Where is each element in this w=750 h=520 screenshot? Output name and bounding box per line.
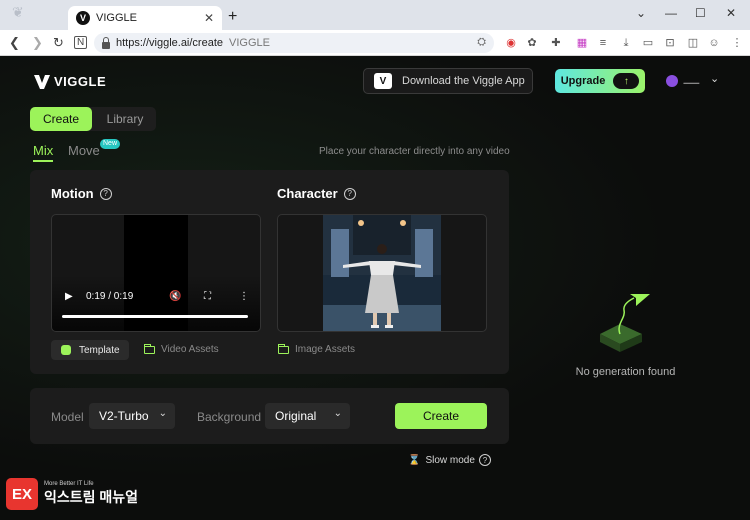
cast-icon[interactable]: ▭ — [642, 37, 654, 49]
reading-list-icon[interactable]: ≡ — [597, 37, 609, 49]
subtab-move[interactable]: Move — [68, 143, 100, 158]
watermark: EX More Better IT Life 익스트림 매뉴얼 — [6, 478, 138, 510]
input-panel: Motion ? ▶ 0:19 / 0:19 🔇 ⛶ ⋮ Character ? — [30, 170, 509, 374]
more-options-icon[interactable]: ⋮ — [239, 291, 249, 302]
background-select[interactable]: Original ⌄ — [265, 403, 350, 429]
viggle-logo-icon — [34, 74, 50, 89]
upgrade-label: Upgrade — [560, 75, 606, 87]
viggle-favicon-icon: V — [76, 11, 90, 25]
tab-title: VIGGLE — [96, 12, 137, 24]
viggle-app-icon: V — [374, 73, 392, 89]
motion-title-text: Motion — [51, 186, 94, 201]
hourglass-icon: ⌛ — [408, 454, 421, 466]
watermark-title: 익스트림 매뉴얼 — [44, 489, 139, 505]
empty-state-illustration — [600, 294, 650, 352]
mode-tabs: Create Library — [30, 107, 156, 131]
close-window-button[interactable]: ✕ — [726, 6, 736, 20]
download-app-label: Download the Viggle App — [402, 75, 525, 87]
motion-title: Motion ? — [51, 186, 112, 201]
menu-icon[interactable]: ⋮ — [731, 37, 743, 49]
background-label: Background — [197, 410, 262, 424]
colorful-extension-icon[interactable]: ▦ — [576, 37, 588, 49]
address-bar[interactable]: https://viggle.ai/create VIGGLE ⛭ — [94, 33, 494, 53]
tab-close-icon[interactable]: ✕ — [204, 11, 214, 25]
model-select[interactable]: V2-Turbo ⌄ — [89, 403, 175, 429]
back-icon[interactable]: ❮ — [9, 35, 20, 51]
template-icon — [61, 345, 71, 355]
browser-logo-icon: ❦ — [12, 4, 24, 20]
screenshot-icon[interactable]: ⊡ — [664, 37, 676, 49]
download-icon[interactable]: ⤓ — [620, 37, 632, 49]
viggle-logo[interactable]: VIGGLE — [34, 74, 106, 89]
download-app-button[interactable]: V Download the Viggle App — [363, 68, 533, 94]
play-icon[interactable]: ▶ — [65, 291, 73, 302]
tab-library[interactable]: Library — [96, 107, 154, 131]
maximize-button[interactable]: ☐ — [695, 6, 706, 20]
subtab-mix[interactable]: Mix — [33, 143, 53, 158]
model-value: V2-Turbo — [99, 409, 149, 423]
image-assets-label: Image Assets — [295, 344, 356, 355]
puzzle-icon[interactable]: ✚ — [550, 37, 562, 49]
create-button[interactable]: Create — [395, 403, 487, 429]
user-name[interactable]: ⸺ — [683, 74, 700, 89]
background-value: Original — [275, 409, 317, 423]
slow-mode-label: Slow mode — [425, 454, 475, 466]
minimize-button[interactable]: — — [665, 6, 677, 20]
url-text: https://viggle.ai/create — [116, 37, 224, 49]
translate-icon[interactable]: ⛭ — [477, 36, 486, 49]
tab-search-icon[interactable]: ⌄ — [636, 6, 646, 20]
motion-video-player[interactable]: ▶ 0:19 / 0:19 🔇 ⛶ ⋮ — [51, 214, 261, 332]
help-icon[interactable]: ? — [99, 187, 112, 200]
character-photo — [323, 215, 441, 331]
character-title-text: Character — [277, 186, 338, 201]
character-image-box[interactable] — [277, 214, 487, 332]
extension-icon[interactable]: ✿ — [526, 37, 538, 49]
tab-create[interactable]: Create — [30, 107, 92, 131]
video-assets-label: Video Assets — [161, 344, 219, 355]
arrow-up-icon: ↑ — [613, 73, 640, 89]
upgrade-button[interactable]: Upgrade ↑ — [555, 69, 645, 93]
help-icon[interactable]: ? — [478, 454, 491, 466]
sidepanel-icon[interactable]: ◫ — [687, 37, 699, 49]
chevron-down-icon: ⌄ — [333, 408, 342, 419]
slow-mode-toggle[interactable]: ⌛ Slow mode ? — [408, 454, 491, 466]
url-page-title: VIGGLE — [229, 37, 270, 49]
profile-icon[interactable]: ☺ — [708, 37, 720, 49]
new-tab-button[interactable]: + — [228, 8, 237, 26]
chevron-down-icon[interactable]: ⌄ — [710, 72, 719, 85]
browser-toolbar: ❮ ❯ ↻ N https://viggle.ai/create VIGGLE … — [0, 30, 750, 56]
folder-icon — [278, 343, 289, 354]
forward-icon[interactable]: ❯ — [32, 35, 43, 51]
video-progress-bar[interactable] — [62, 315, 248, 318]
empty-state-text: No generation found — [575, 366, 676, 378]
lock-icon — [102, 36, 110, 49]
folder-icon — [144, 343, 155, 354]
mix-hint: Place your character directly into any v… — [319, 146, 510, 157]
active-subtab-underline — [33, 160, 53, 162]
browser-tab[interactable]: V VIGGLE ✕ — [68, 6, 222, 30]
viggle-app: VIGGLE V Download the Viggle App Upgrade… — [0, 56, 750, 520]
record-extension-icon[interactable]: ◉ — [505, 37, 517, 49]
template-label: Template — [79, 344, 120, 356]
browser-tabstrip: ❦ V VIGGLE ✕ + ⌄ — ☐ ✕ — [0, 0, 750, 30]
model-label: Model — [51, 410, 84, 424]
video-assets-link[interactable]: Video Assets — [144, 343, 219, 355]
logo-text: VIGGLE — [54, 74, 107, 89]
new-badge: New — [100, 139, 121, 149]
naver-icon[interactable]: N — [74, 36, 88, 49]
chevron-down-icon: ⌄ — [158, 408, 167, 419]
watermark-logo-icon: EX — [6, 478, 38, 510]
avatar[interactable] — [666, 75, 678, 87]
video-time: 0:19 / 0:19 — [86, 291, 134, 302]
fullscreen-icon[interactable]: ⛶ — [204, 291, 211, 302]
video-controls-shade — [52, 275, 260, 331]
reload-icon[interactable]: ↻ — [53, 35, 64, 51]
character-title: Character ? — [277, 186, 356, 201]
template-button[interactable]: Template — [51, 340, 129, 360]
settings-bar: Model V2-Turbo ⌄ Background Original ⌄ C… — [30, 388, 509, 444]
help-icon[interactable]: ? — [343, 187, 356, 200]
watermark-text: More Better IT Life 익스트림 매뉴얼 — [44, 481, 138, 507]
mute-icon[interactable]: 🔇 — [169, 291, 181, 302]
image-assets-link[interactable]: Image Assets — [278, 343, 356, 355]
